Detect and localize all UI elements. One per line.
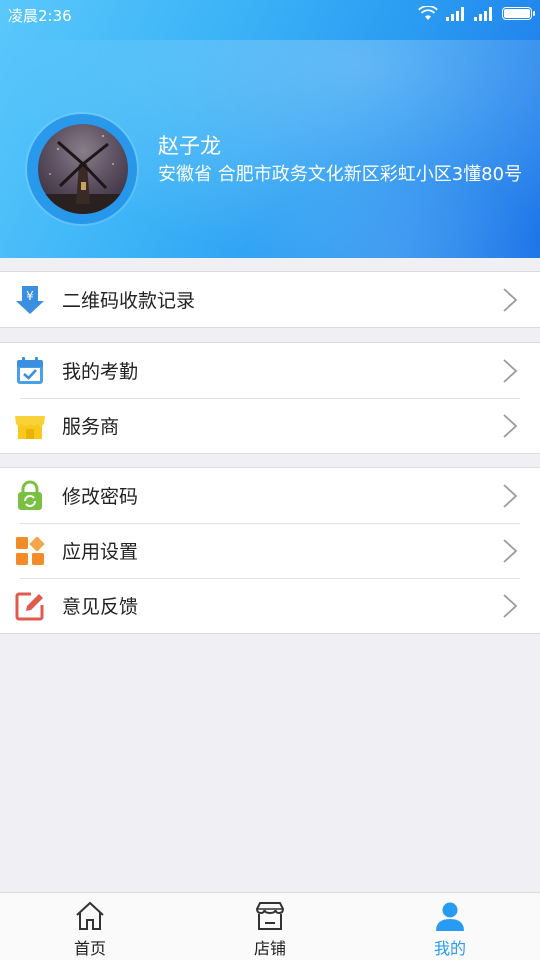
menu-group-payments: ¥ 二维码收款记录: [0, 271, 540, 328]
menu-item-change-password[interactable]: 修改密码: [0, 468, 540, 523]
nav-shop[interactable]: 店铺: [210, 893, 330, 960]
menu-item-app-settings[interactable]: 应用设置: [0, 523, 540, 578]
status-icons: [418, 6, 535, 21]
nav-label: 首页: [73, 939, 106, 958]
menu-item-label: 服务商: [62, 416, 120, 438]
user-address: 安徽省 合肥市政务文化新区彩虹小区3懂80号: [158, 164, 523, 185]
bottom-nav: 首页 店铺 我的: [0, 892, 540, 960]
menu-group-settings: 修改密码 应用设置 意见反馈: [0, 467, 540, 634]
svg-text:¥: ¥: [26, 289, 34, 303]
user-name: 赵子龙: [158, 134, 221, 158]
avatar[interactable]: [38, 124, 128, 214]
qr-payment-download-icon: ¥: [16, 286, 44, 314]
menu-item-label: 应用设置: [62, 541, 139, 563]
status-time: 凌晨2:36: [8, 7, 72, 25]
battery-icon: [502, 7, 535, 20]
chevron-right-icon: [503, 288, 518, 312]
menu-item-label: 我的考勤: [62, 361, 139, 383]
menu-item-feedback[interactable]: 意见反馈: [0, 578, 540, 633]
chevron-right-icon: [503, 594, 518, 618]
windmill-photo-icon: [38, 135, 128, 214]
chevron-right-icon: [503, 414, 518, 438]
menu-item-attendance[interactable]: 我的考勤: [0, 343, 540, 398]
wifi-icon: [418, 6, 438, 20]
menu-item-qr-records[interactable]: ¥ 二维码收款记录: [0, 272, 540, 327]
menu-item-label: 修改密码: [62, 486, 139, 508]
calendar-check-icon: [17, 357, 43, 384]
nav-label: 店铺: [253, 939, 286, 958]
menu-item-label: 二维码收款记录: [62, 290, 196, 312]
edit-feedback-icon: [15, 592, 44, 621]
home-icon: [76, 901, 104, 930]
user-icon: [436, 902, 464, 931]
store-awning-icon: [15, 416, 45, 439]
profile-header: 凌晨2:36 赵子龙 安徽省 合肥市政务文化新区彩虹小区3懂80号: [0, 0, 540, 258]
chevron-right-icon: [503, 539, 518, 563]
app-grid-icon: [16, 536, 45, 565]
menu-item-label: 意见反馈: [62, 596, 139, 618]
signal-icon-2: [474, 6, 494, 21]
chevron-right-icon: [503, 484, 518, 508]
chevron-right-icon: [503, 359, 518, 383]
nav-mine[interactable]: 我的: [390, 893, 510, 960]
signal-icon: [446, 6, 466, 21]
status-bar: 凌晨2:36: [0, 0, 540, 30]
nav-label: 我的: [433, 939, 466, 958]
menu-group-work: 我的考勤 服务商: [0, 342, 540, 454]
menu-item-service-provider[interactable]: 服务商: [0, 398, 540, 453]
nav-home[interactable]: 首页: [30, 893, 150, 960]
shop-icon: [255, 902, 285, 930]
lock-refresh-icon: [18, 480, 42, 510]
